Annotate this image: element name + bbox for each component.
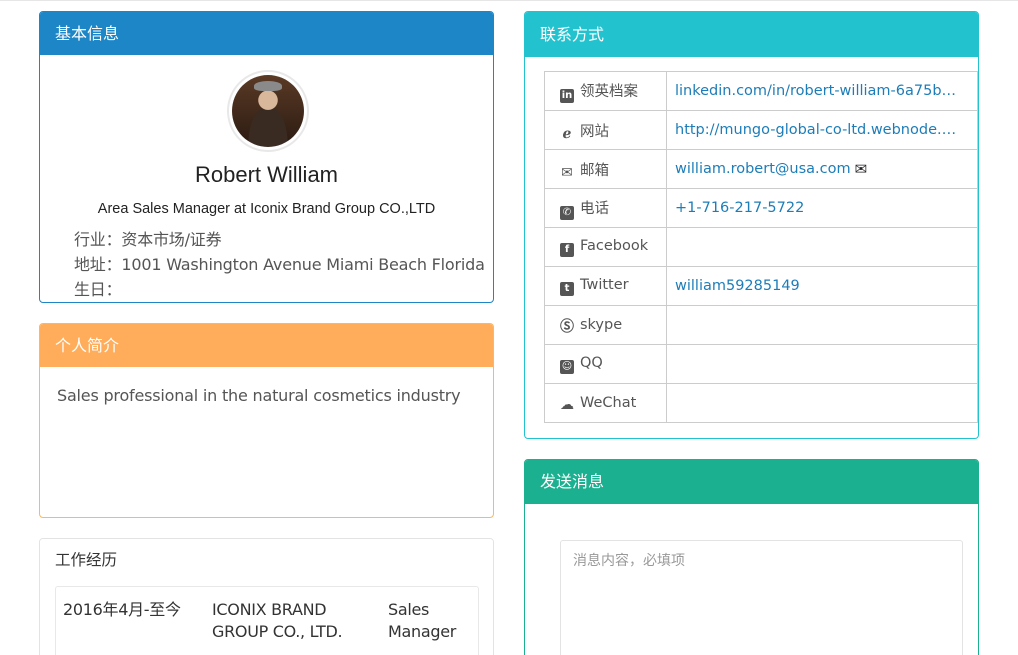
skype-icon: Ⓢ xyxy=(560,318,574,335)
phone-link[interactable]: +1-716-217-5722 xyxy=(675,200,804,216)
contact-row-qq: ☺ QQ xyxy=(544,344,978,384)
contact-label: 邮箱 xyxy=(580,162,609,179)
avatar-photo xyxy=(232,75,304,147)
contact-label: 电话 xyxy=(580,200,609,217)
contact-label: Twitter xyxy=(580,276,629,293)
work-position-line1: Sales xyxy=(388,600,430,619)
contact-label: 网站 xyxy=(580,123,609,140)
avatar xyxy=(227,70,309,152)
work-company-line1: ICONIX BRAND xyxy=(212,600,327,619)
work-company-line2: GROUP CO., LTD. xyxy=(212,622,343,641)
contact-panel: 联系方式 in 领英档案 linkedin.com/in/robert-willi… xyxy=(524,11,979,439)
contact-label: 领英档案 xyxy=(580,83,638,100)
qq-icon: ☺ xyxy=(560,359,574,374)
linkedin-link[interactable]: linkedin.com/in/robert-william-6a75b1... xyxy=(675,83,957,99)
work-period: 2016年4月-至今 xyxy=(63,600,181,619)
contact-row-skype: Ⓢskype xyxy=(544,305,978,345)
email-link[interactable]: william.robert@usa.com xyxy=(675,161,851,177)
contact-table: in 领英档案 linkedin.com/in/robert-william-6a… xyxy=(544,71,978,423)
profile-title: Area Sales Manager at Iconix Brand Group… xyxy=(97,201,436,217)
work-experience-heading: 工作经历 xyxy=(40,539,493,582)
contact-label: WeChat xyxy=(580,394,637,411)
contact-label: skype xyxy=(580,316,623,333)
linkedin-icon: in xyxy=(560,88,574,103)
twitter-icon: t xyxy=(560,281,574,296)
contact-row-facebook: f Facebook xyxy=(544,227,978,267)
intro-text: Sales professional in the natural cosmet… xyxy=(57,386,461,405)
contact-row-linkedin: in 领英档案 linkedin.com/in/robert-william-6a… xyxy=(544,71,978,111)
send-mail-icon[interactable]: ✉ xyxy=(855,160,868,178)
birthday-row: 生日： xyxy=(74,280,122,299)
contact-heading: 联系方式 xyxy=(525,12,978,57)
message-input[interactable] xyxy=(560,540,963,655)
contact-row-website: ℯ 网站 http://mungo-global-co-ltd.webnode.c… xyxy=(544,110,978,150)
twitter-link[interactable]: william59285149 xyxy=(675,278,800,294)
industry-row: 行业：资本市场/证券 xyxy=(74,230,222,249)
send-message-heading: 发送消息 xyxy=(525,460,978,504)
top-divider xyxy=(0,0,1018,1)
work-position-line2: Manager xyxy=(388,622,457,641)
contact-row-phone: ✆ 电话 +1-716-217-5722 xyxy=(544,188,978,228)
website-link[interactable]: http://mungo-global-co-ltd.webnode.c... xyxy=(675,122,957,138)
profile-name: Robert William xyxy=(194,162,339,187)
work-experience-panel: 工作经历 2016年4月-至今 ICONIX BRAND GROUP CO., … xyxy=(39,538,494,655)
contact-row-twitter: t Twitter william59285149 xyxy=(544,266,978,306)
ie-globe-icon: ℯ xyxy=(562,125,572,142)
contact-row-email: ✉ 邮箱 william.robert@usa.com ✉ xyxy=(544,149,978,189)
work-entry: 2016年4月-至今 ICONIX BRAND GROUP CO., LTD. … xyxy=(55,586,479,655)
basic-info-panel: 基本信息 Robert William Area Sales Manager a… xyxy=(39,11,494,303)
address-row: 地址：1001 Washington Avenue Miami Beach Fl… xyxy=(74,255,485,274)
contact-label: QQ xyxy=(580,354,603,371)
intro-panel: 个人简介 Sales professional in the natural c… xyxy=(39,323,494,518)
contact-row-wechat: ☁ WeChat xyxy=(544,383,978,423)
wechat-icon: ☁ xyxy=(560,396,574,413)
intro-heading: 个人简介 xyxy=(40,324,493,367)
contact-label: Facebook xyxy=(580,237,649,254)
phone-icon: ✆ xyxy=(560,205,574,220)
send-message-panel: 发送消息 xyxy=(524,459,979,655)
facebook-icon: f xyxy=(560,242,574,257)
work-company: ICONIX BRAND GROUP CO., LTD. xyxy=(212,599,343,643)
work-position: Sales Manager xyxy=(388,599,456,643)
basic-info-heading: 基本信息 xyxy=(40,12,493,55)
envelope-icon: ✉ xyxy=(561,164,573,181)
